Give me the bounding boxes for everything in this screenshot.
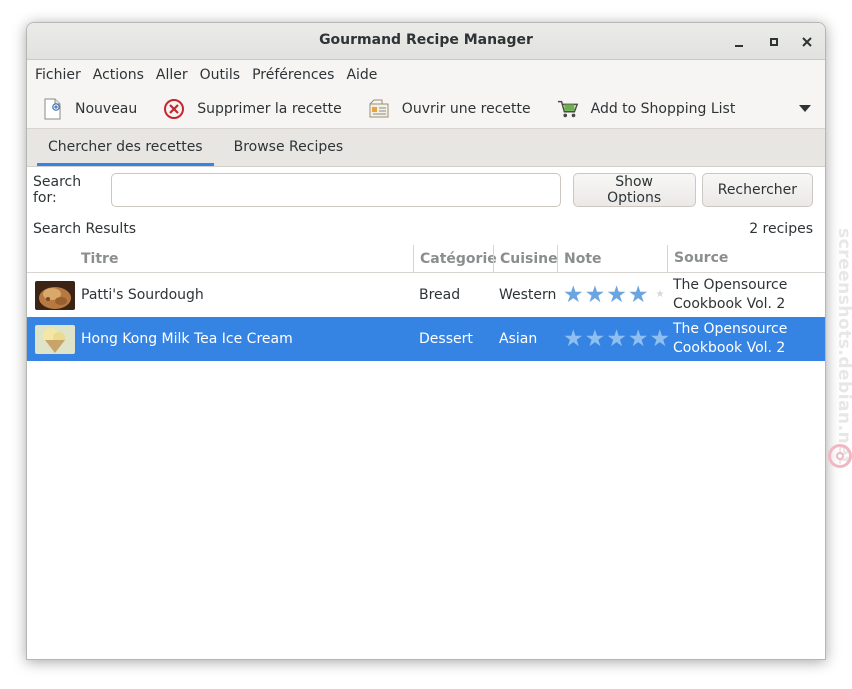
recipe-source: The Opensource Cookbook Vol. 2	[667, 273, 825, 317]
add-to-shopping-list-button[interactable]: Add to Shopping List	[543, 90, 748, 128]
menu-bar: Fichier Actions Aller Outils Préférences…	[27, 60, 825, 90]
star-filled-icon: ★	[627, 281, 649, 308]
menu-actions[interactable]: Actions	[87, 67, 150, 83]
results-heading: Search Results	[33, 221, 137, 237]
menu-outils[interactable]: Outils	[194, 67, 246, 83]
recipe-source-line2: Cookbook Vol. 2	[673, 340, 786, 356]
new-document-icon	[41, 98, 63, 120]
star-filled-icon: ★	[584, 281, 606, 308]
close-button[interactable]	[796, 31, 818, 53]
recipe-rating[interactable]: ★ ★ ★ ★ ★	[557, 317, 670, 361]
delete-recipe-button[interactable]: Supprimer la recette	[149, 90, 354, 128]
watermark-logo-icon	[828, 444, 852, 468]
minimize-button[interactable]	[728, 31, 750, 53]
recipe-title: Hong Kong Milk Tea Ice Cream	[81, 331, 293, 347]
watermark: screenshots.debian.net	[826, 228, 852, 472]
shopping-cart-icon	[557, 98, 579, 120]
column-header-source[interactable]: Source	[667, 245, 825, 272]
watermark-text: screenshots.debian.net	[834, 228, 852, 465]
app-window: Gourmand Recipe Manager Fichier Actions …	[26, 22, 826, 660]
star-filled-icon: ★	[584, 325, 606, 352]
table-row[interactable]: Patti's Sourdough Bread Western ★ ★ ★ ★ ★ Th…	[27, 273, 825, 317]
column-header-title[interactable]: Titre	[75, 245, 413, 272]
recipe-source: The Opensource Cookbook Vol. 2	[667, 317, 825, 361]
close-icon	[802, 37, 812, 47]
menu-aller[interactable]: Aller	[150, 67, 194, 83]
menu-fichier[interactable]: Fichier	[29, 67, 87, 83]
results-count: 2 recipes	[749, 221, 813, 237]
recipe-rating[interactable]: ★ ★ ★ ★ ★	[557, 273, 667, 317]
title-bar: Gourmand Recipe Manager	[27, 23, 825, 60]
new-recipe-button[interactable]: Nouveau	[27, 90, 149, 128]
recipe-category: Dessert	[419, 331, 473, 347]
rating-stars: ★ ★ ★ ★ ★	[563, 281, 665, 308]
results-table: Titre Catégorie Cuisine Note Source Patt	[27, 245, 825, 361]
search-input[interactable]	[111, 173, 561, 207]
delete-recipe-label: Supprimer la recette	[197, 101, 342, 117]
search-button[interactable]: Rechercher	[701, 173, 814, 207]
column-header-category[interactable]: Catégorie	[413, 245, 497, 272]
recipe-thumbnail-cell	[27, 317, 75, 361]
star-empty-icon: ★	[655, 289, 665, 300]
menu-aide[interactable]: Aide	[340, 67, 383, 83]
add-to-shopping-list-label: Add to Shopping List	[590, 101, 736, 117]
recipe-thumbnail-cell	[27, 273, 75, 317]
recipe-thumbnail	[35, 324, 75, 354]
recipe-source-line1: The Opensource	[673, 321, 788, 337]
toolbar: Nouveau Supprimer la recette Ouvrir une …	[27, 90, 825, 129]
new-recipe-label: Nouveau	[75, 101, 138, 117]
recipe-title: Patti's Sourdough	[81, 287, 204, 303]
recipe-cuisine: Asian	[499, 331, 538, 347]
open-recipe-icon	[368, 98, 390, 120]
recipe-thumbnail	[35, 280, 75, 310]
star-filled-icon: ★	[563, 325, 584, 352]
table-row[interactable]: Hong Kong Milk Tea Ice Cream Dessert Asi…	[27, 317, 825, 361]
results-header: Search Results 2 recipes	[27, 213, 825, 245]
star-filled-icon: ★	[627, 325, 649, 352]
open-recipe-button[interactable]: Ouvrir une recette	[354, 90, 543, 128]
menu-preferences[interactable]: Préférences	[246, 67, 340, 83]
tab-bar: Chercher des recettes Browse Recipes	[27, 129, 825, 167]
minimize-icon	[735, 45, 743, 47]
maximize-button[interactable]	[763, 31, 785, 53]
search-label: Search for:	[33, 174, 82, 206]
column-header-cuisine[interactable]: Cuisine	[493, 245, 558, 272]
search-row: Search for: Show Options Rechercher	[27, 167, 825, 213]
tab-browse-recipes[interactable]: Browse Recipes	[223, 129, 355, 166]
toolbar-overflow-icon[interactable]	[799, 105, 811, 112]
rating-stars: ★ ★ ★ ★ ★	[563, 325, 670, 352]
star-filled-icon: ★	[606, 325, 627, 352]
column-header-image	[27, 245, 75, 272]
window-title: Gourmand Recipe Manager	[319, 32, 533, 48]
star-filled-icon: ★	[563, 281, 584, 308]
table-header: Titre Catégorie Cuisine Note Source	[27, 245, 825, 273]
star-filled-icon: ★	[606, 281, 627, 308]
recipe-source-line1: The Opensource	[673, 277, 788, 293]
recipe-source-line2: Cookbook Vol. 2	[673, 296, 786, 312]
open-recipe-label: Ouvrir une recette	[401, 101, 531, 117]
recipe-cuisine: Western	[499, 287, 557, 303]
tab-search-recipes[interactable]: Chercher des recettes	[37, 129, 214, 166]
recipe-category: Bread	[419, 287, 461, 303]
show-options-button[interactable]: Show Options	[572, 173, 696, 207]
delete-icon	[163, 98, 185, 120]
maximize-icon	[770, 38, 778, 46]
column-header-rating[interactable]: Note	[557, 245, 667, 272]
